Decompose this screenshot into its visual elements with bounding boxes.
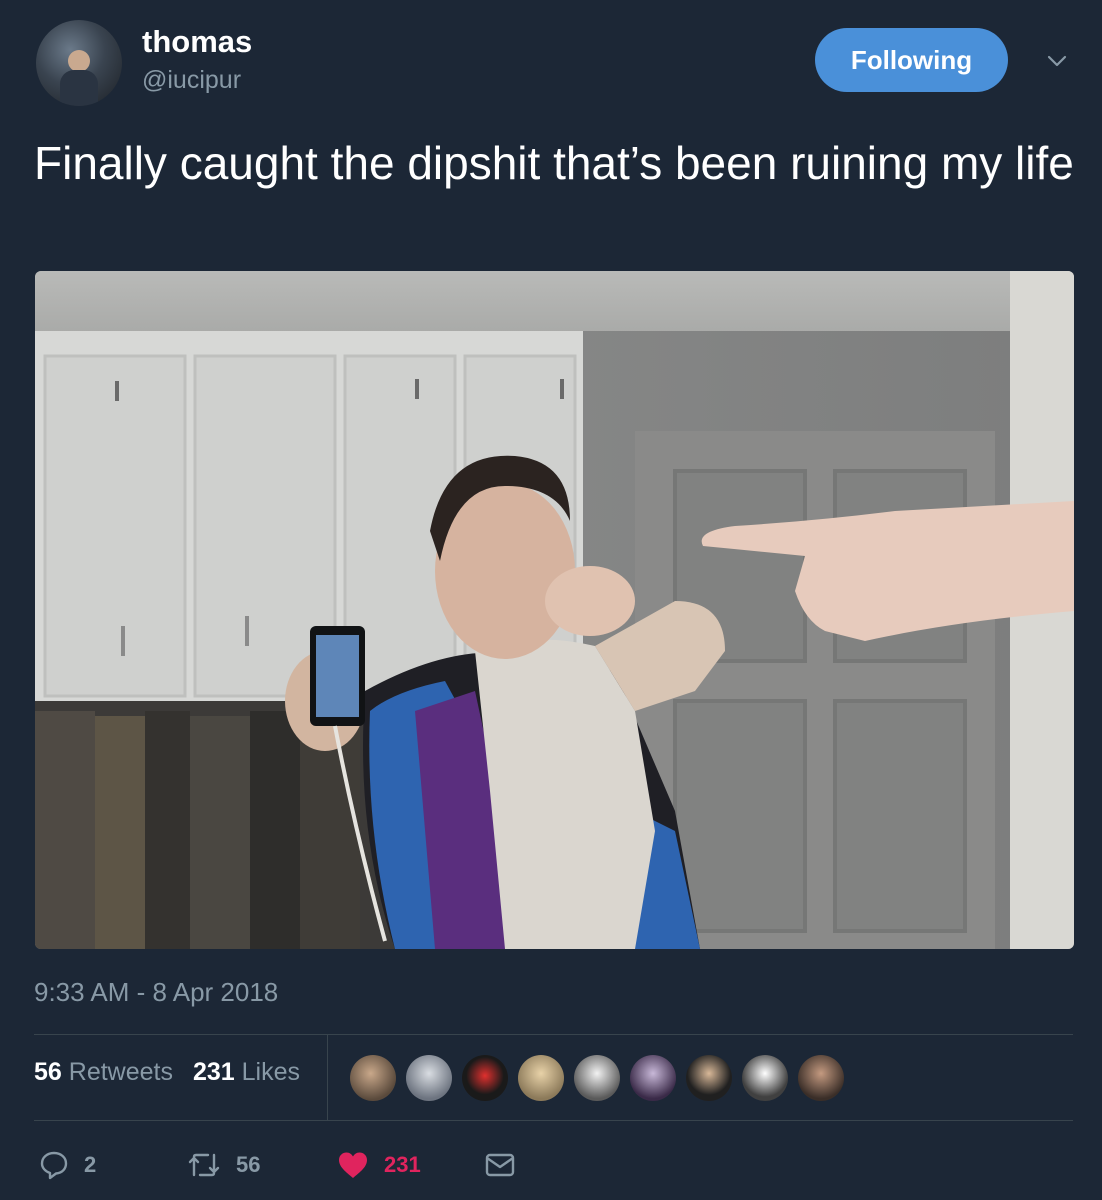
- tweet-timestamp[interactable]: 9:33 AM - 8 Apr 2018: [34, 977, 278, 1008]
- like-button[interactable]: 231: [336, 1149, 421, 1181]
- stats-vertical-divider: [327, 1035, 328, 1121]
- retweets-stat[interactable]: 56 Retweets: [34, 1058, 173, 1087]
- tweet-photo[interactable]: [35, 271, 1074, 949]
- liker-avatar[interactable]: [686, 1055, 732, 1101]
- liker-avatar[interactable]: [742, 1055, 788, 1101]
- liker-avatar[interactable]: [350, 1055, 396, 1101]
- liker-avatar[interactable]: [462, 1055, 508, 1101]
- like-count: 231: [384, 1152, 421, 1177]
- liker-avatar[interactable]: [630, 1055, 676, 1101]
- retweet-button[interactable]: 56: [186, 1149, 260, 1181]
- author-handle[interactable]: @iucipur: [142, 66, 241, 95]
- reply-count: 2: [84, 1152, 97, 1177]
- following-button[interactable]: Following: [815, 28, 1008, 92]
- photo-scene: [35, 271, 1074, 949]
- liker-avatar[interactable]: [406, 1055, 452, 1101]
- author-avatar[interactable]: [36, 20, 122, 106]
- liker-avatar[interactable]: [574, 1055, 620, 1101]
- author-name[interactable]: thomas: [142, 24, 252, 60]
- divider-top: [34, 1034, 1073, 1035]
- liker-avatar[interactable]: [518, 1055, 564, 1101]
- likes-count: 231: [192, 1058, 235, 1086]
- chevron-down-icon[interactable]: [1046, 50, 1068, 72]
- heart-icon: [339, 1152, 367, 1178]
- tweet-text: Finally caught the dipshit that’s been r…: [34, 137, 1074, 189]
- reply-button[interactable]: 2: [38, 1149, 96, 1181]
- likes-label: Likes: [241, 1058, 301, 1086]
- retweets-label: Retweets: [68, 1058, 173, 1086]
- retweets-count: 56: [34, 1058, 62, 1086]
- message-icon: [485, 1153, 515, 1177]
- retweet-icon: [188, 1153, 220, 1177]
- likes-stat[interactable]: 231 Likes: [193, 1058, 300, 1087]
- divider-bottom: [34, 1120, 1073, 1121]
- liker-avatar[interactable]: [798, 1055, 844, 1101]
- direct-message-button[interactable]: [484, 1149, 516, 1181]
- engagement-stats: 56 Retweets 231 Likes: [34, 1058, 300, 1087]
- retweet-count: 56: [236, 1152, 261, 1177]
- liker-avatars: [350, 1055, 844, 1101]
- action-bar: 2 56 231: [0, 1145, 1102, 1185]
- reply-icon: [40, 1151, 68, 1180]
